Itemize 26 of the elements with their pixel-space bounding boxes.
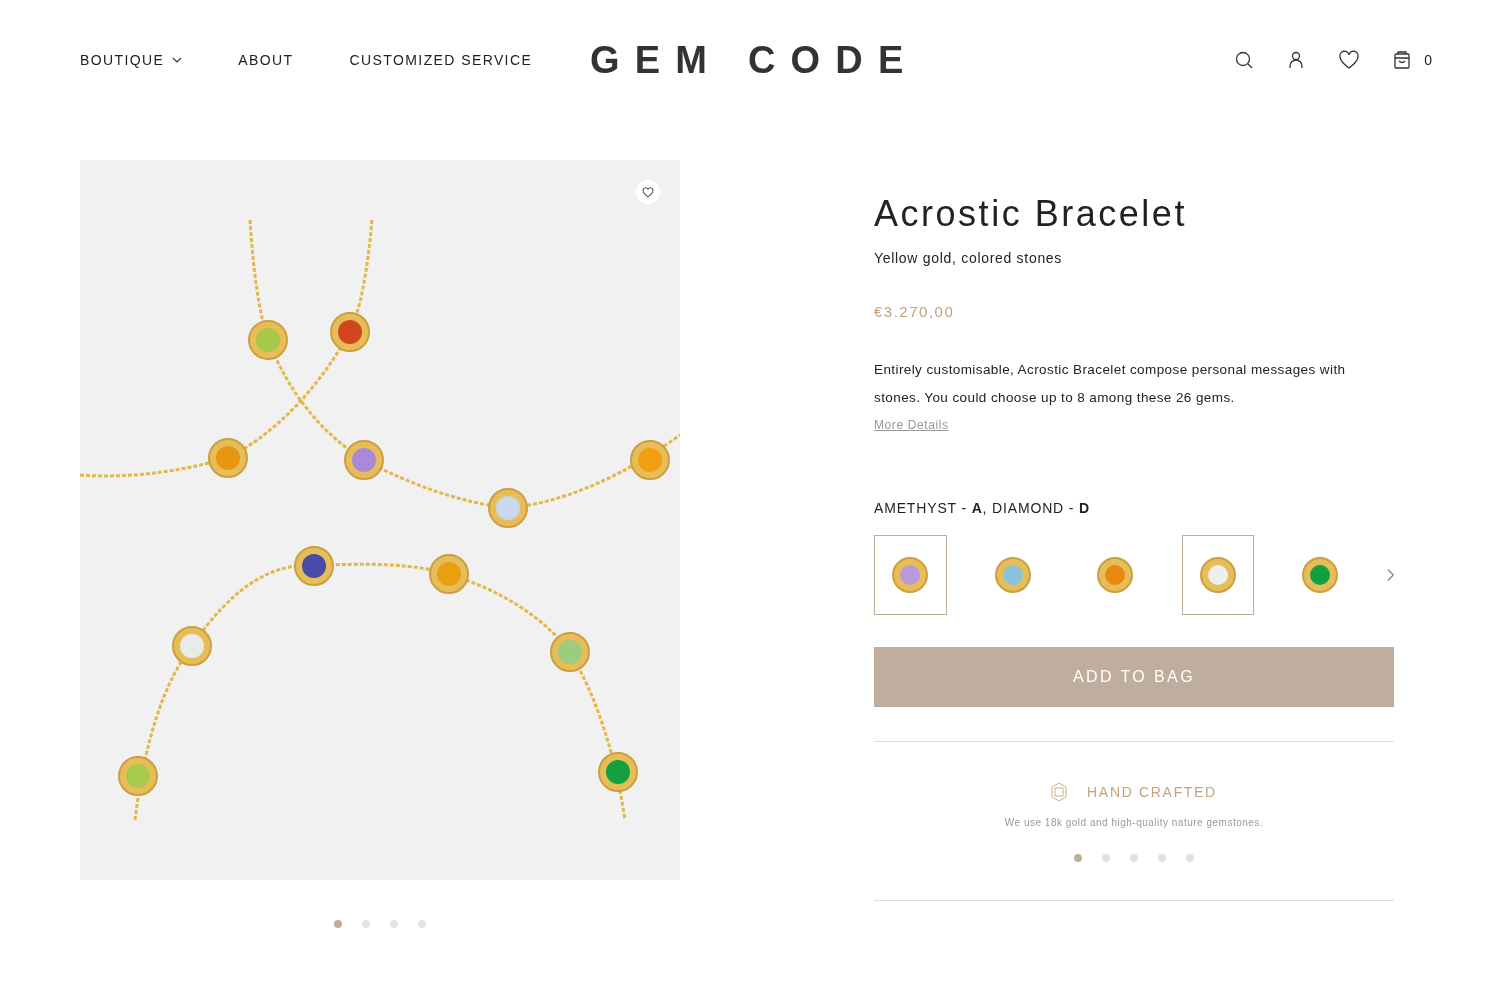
nav-link[interactable]: BOUTIQUE xyxy=(80,49,183,71)
price: €3.270,00 xyxy=(874,302,956,322)
stone-option[interactable] xyxy=(1181,534,1255,615)
shopping-bag-icon[interactable] xyxy=(1392,50,1413,70)
search-icon[interactable] xyxy=(1234,50,1255,70)
chevron-right-icon[interactable] xyxy=(1386,567,1394,582)
feature-text: We use 18k gold and high-quality nature gemstones. xyxy=(1004,815,1264,830)
gemstone-icon xyxy=(1198,555,1237,594)
product-description: Entirely customisable, Acrostic Bracelet compose personal messages with stones. You could choose up to 8 among these 26 gems. xyxy=(874,360,1347,407)
logo[interactable]: GEM CODE xyxy=(590,31,919,89)
cart-count: 0 xyxy=(1424,50,1432,70)
feature-title: HAND CRAFTED xyxy=(1087,782,1217,802)
gemstone-icon xyxy=(891,555,930,594)
nav-link[interactable]: CUSTOMIZED SERVICE xyxy=(349,49,533,71)
heart-icon xyxy=(642,186,654,198)
product-subtitle: Yellow gold, colored stones xyxy=(874,249,1064,268)
stone-option[interactable] xyxy=(874,534,947,615)
product-title: Acrostic Bracelet xyxy=(874,196,1188,232)
nav-link[interactable]: ABOUT xyxy=(238,49,294,71)
heart-icon[interactable] xyxy=(1338,50,1361,70)
stone-selection-label: AMETHYST - A, DIAMOND - D xyxy=(874,498,1091,518)
gemstone-icon xyxy=(1096,555,1135,594)
gemstone-icon xyxy=(993,555,1032,594)
gemstone-icon xyxy=(1301,555,1340,594)
favorite-button[interactable] xyxy=(636,180,660,204)
gem-icon xyxy=(1051,782,1068,802)
